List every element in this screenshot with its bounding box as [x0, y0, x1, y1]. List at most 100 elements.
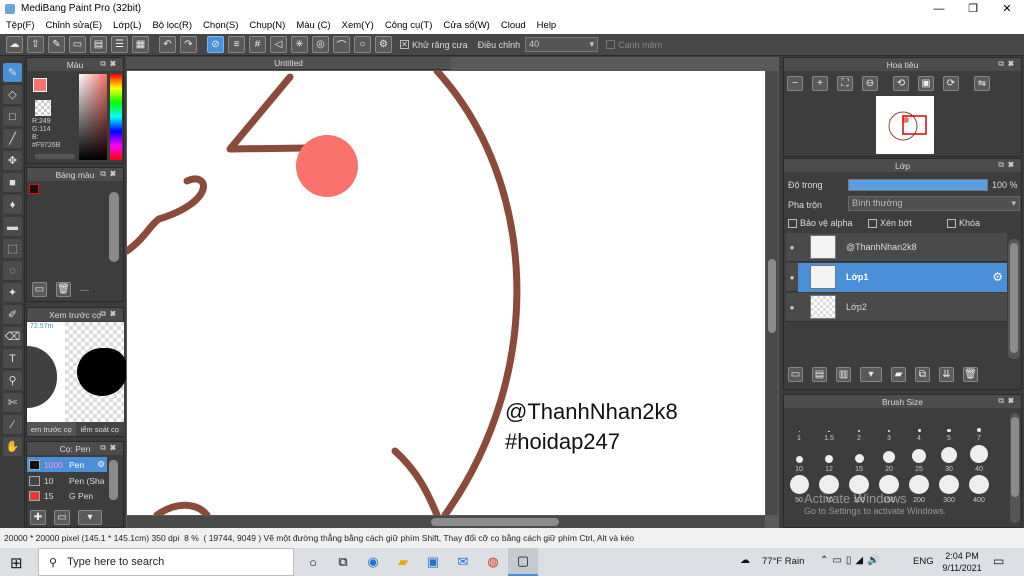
lock-checkbox[interactable]: [947, 218, 956, 228]
correction-select[interactable]: 40 ▾: [525, 37, 599, 52]
rotate-right-icon[interactable]: ⟳: [943, 76, 959, 91]
new-halftone-layer-icon[interactable]: ▤: [812, 367, 827, 382]
clip-checkbox[interactable]: [868, 218, 877, 228]
menu-layer[interactable]: Lớp(L): [113, 20, 141, 31]
brush-size-cell[interactable]: 3: [874, 413, 904, 444]
protect-alpha-checkbox[interactable]: [788, 218, 797, 228]
brush-size-cell[interactable]: 30: [934, 444, 964, 475]
redo-icon[interactable]: ↷: [180, 36, 197, 53]
undo-icon[interactable]: ↶: [159, 36, 176, 53]
layer-row[interactable]: ● @ThanhNhan2k8: [786, 233, 1007, 262]
store-icon[interactable]: ▣: [418, 548, 448, 576]
brush-size-cell[interactable]: 7: [964, 413, 994, 444]
fit-icon[interactable]: ⛶: [837, 76, 853, 91]
panel-buttons-icon[interactable]: ⧉✖: [100, 309, 120, 319]
brush-size-cell[interactable]: 25: [904, 444, 934, 475]
panel-buttons-icon[interactable]: ⧉✖: [998, 59, 1018, 69]
divide-tool-icon[interactable]: ✄: [3, 393, 22, 412]
zoom-out-icon[interactable]: −: [787, 76, 803, 91]
ellipse-snap-icon[interactable]: ○: [354, 36, 371, 53]
secondary-color-swatch[interactable]: [35, 100, 51, 116]
maximize-button[interactable]: ❐: [956, 0, 990, 17]
taskbar-search[interactable]: ⚲ Type here to search: [38, 548, 294, 576]
notification-icon[interactable]: ▭: [993, 554, 1004, 568]
primary-color-swatch[interactable]: [33, 78, 47, 92]
radial-snap-icon[interactable]: ✳: [291, 36, 308, 53]
new-page-icon[interactable]: ▭: [32, 282, 47, 297]
panel-buttons-icon[interactable]: ⧉✖: [100, 169, 120, 179]
brush-size-cell[interactable]: 5: [934, 413, 964, 444]
mail-icon[interactable]: ✉: [448, 548, 478, 576]
panel-buttons-icon[interactable]: ⧉✖: [100, 443, 120, 453]
page-icon[interactable]: ▭: [69, 36, 86, 53]
upload-icon[interactable]: ⇪: [27, 36, 44, 53]
color-mode-buttons[interactable]: [35, 154, 75, 159]
menu-view[interactable]: Xem(Y): [342, 20, 374, 31]
layer-add-menu-icon[interactable]: ▾: [860, 367, 882, 382]
canvas-vertical-scrollbar[interactable]: [766, 71, 778, 515]
canvas-horizontal-scrollbar[interactable]: [127, 516, 765, 528]
menu-filter[interactable]: Bộ lọc(R): [152, 20, 192, 31]
hand-tool-icon[interactable]: ✋: [3, 437, 22, 456]
edge-icon[interactable]: ◉: [358, 548, 388, 576]
select-eraser-icon[interactable]: ⌫: [3, 327, 22, 346]
menu-window[interactable]: Cửa sổ(W): [443, 20, 489, 31]
curve-snap-icon[interactable]: ⌒: [333, 36, 350, 53]
brush-size-cell[interactable]: 20: [874, 444, 904, 475]
canvas-tab[interactable]: Untitled: [126, 57, 451, 70]
brush-tool-icon[interactable]: ✎: [3, 63, 22, 82]
brush-page-icon[interactable]: ▭: [54, 510, 70, 525]
panel-buttons-icon[interactable]: ⧉✖: [100, 59, 120, 69]
gear-icon[interactable]: ⚙: [97, 459, 105, 470]
magic-wand-icon[interactable]: ✦: [3, 283, 22, 302]
palette-scrollbar[interactable]: [109, 192, 119, 262]
close-button[interactable]: ✕: [990, 0, 1024, 17]
menu-help[interactable]: Help: [537, 20, 557, 31]
gradient-tool-icon[interactable]: ▬: [3, 217, 22, 236]
brush-size-cell[interactable]: 1: [784, 413, 814, 444]
settings-icon[interactable]: ⚙: [375, 36, 392, 53]
flip-icon[interactable]: ⇋: [974, 76, 990, 91]
brush-size-cell[interactable]: 10: [784, 444, 814, 475]
layer-scrollbar[interactable]: [1008, 239, 1020, 359]
zoom-minus-icon[interactable]: ⊖: [862, 76, 878, 91]
select-rect-icon[interactable]: ⬚: [3, 239, 22, 258]
select-pen-icon[interactable]: ✐: [3, 305, 22, 324]
file-explorer-icon[interactable]: ▰: [388, 548, 418, 576]
rect-fill-icon[interactable]: ■: [3, 173, 22, 192]
new-8bit-layer-icon[interactable]: ▥: [836, 367, 851, 382]
palette-swatch[interactable]: [29, 184, 39, 194]
vanish-snap-icon[interactable]: ◁: [270, 36, 287, 53]
duplicate-icon[interactable]: ⧉: [915, 367, 930, 382]
brush-list-scrollbar[interactable]: [109, 460, 118, 500]
brush-size-cell[interactable]: 2: [844, 413, 874, 444]
brush-size-scrollbar[interactable]: [1010, 413, 1020, 523]
tray-icons[interactable]: ⌃▭▯◢🔊: [820, 555, 883, 566]
brush-menu-icon[interactable]: ▾: [78, 510, 102, 525]
panel-icon[interactable]: ▦: [132, 36, 149, 53]
move-tool-icon[interactable]: ✥: [3, 151, 22, 170]
eraser-tool-icon[interactable]: ◇: [3, 85, 22, 104]
blend-select[interactable]: Bình thường ▾: [848, 196, 1020, 211]
navigator-thumbnail[interactable]: [876, 96, 934, 154]
medibang-taskbar-icon[interactable]: ▢: [508, 548, 538, 576]
tab-brush-control[interactable]: iểm soát cọ: [75, 422, 124, 436]
menu-file[interactable]: Tệp(F): [6, 20, 35, 31]
brush-size-cell[interactable]: 1.5: [814, 413, 844, 444]
hue-slider[interactable]: [110, 74, 122, 160]
menu-select[interactable]: Chọn(S): [203, 20, 238, 31]
brush-size-cell[interactable]: 15: [844, 444, 874, 475]
brush-size-cell[interactable]: 400: [964, 475, 994, 506]
cortana-icon[interactable]: ○: [298, 548, 328, 576]
brush-add-icon[interactable]: ✚: [30, 510, 46, 525]
comment-icon[interactable]: ✎: [48, 36, 65, 53]
bucket-tool-icon[interactable]: ♦: [3, 195, 22, 214]
merge-icon[interactable]: ⇊: [939, 367, 954, 382]
operation-tool-icon[interactable]: ⚲: [3, 371, 22, 390]
saturation-box[interactable]: [79, 74, 107, 160]
windows-start-icon[interactable]: ⊞: [10, 554, 23, 572]
brush-size-cell[interactable]: 12: [814, 444, 844, 475]
cloud-icon[interactable]: ☁: [6, 36, 23, 53]
visibility-icon[interactable]: ●: [786, 263, 798, 292]
circle-snap-icon[interactable]: ◎: [312, 36, 329, 53]
